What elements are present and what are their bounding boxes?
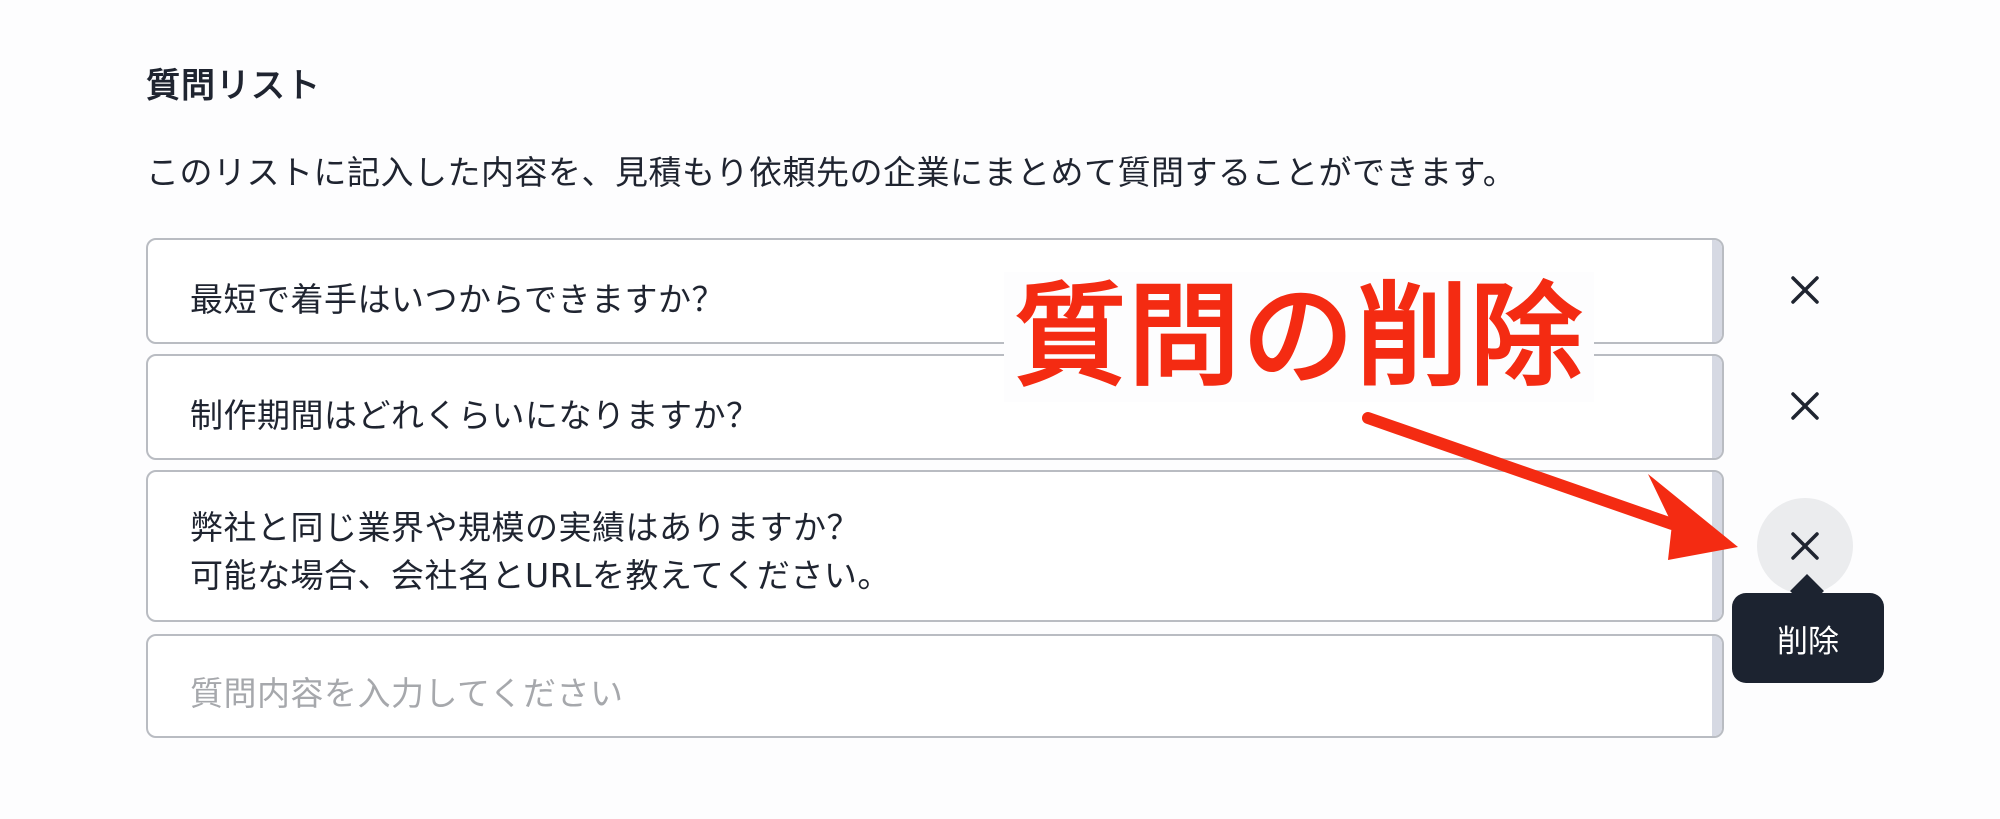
delete-question-button[interactable] <box>1757 242 1853 338</box>
new-question-input[interactable]: 質問内容を入力してください <box>146 634 1724 738</box>
annotation-label: 質問の削除 <box>1004 272 1594 402</box>
section-title: 質問リスト <box>146 66 321 106</box>
new-question-placeholder: 質問内容を入力してください <box>190 674 624 713</box>
annotation-arrow-icon <box>1362 412 1738 560</box>
question-text: 制作期間はどれくらいになりますか？ <box>190 396 760 435</box>
delete-question-button[interactable] <box>1757 358 1853 454</box>
field-scroll-edge <box>1712 240 1722 342</box>
field-scroll-edge <box>1712 636 1722 736</box>
question-text: 弊社と同じ業界や規模の実績はありますか？ 可能な場合、会社名とURLを教えてくだ… <box>190 508 891 595</box>
close-icon <box>1791 532 1819 560</box>
delete-tooltip: 削除 <box>1732 593 1884 683</box>
close-icon <box>1791 276 1819 304</box>
section-description: このリストに記入した内容を、見積もり依頼先の企業にまとめて質問することができます… <box>146 153 1517 192</box>
question-text: 最短で着手はいつからできますか？ <box>190 280 726 319</box>
close-icon <box>1791 392 1819 420</box>
